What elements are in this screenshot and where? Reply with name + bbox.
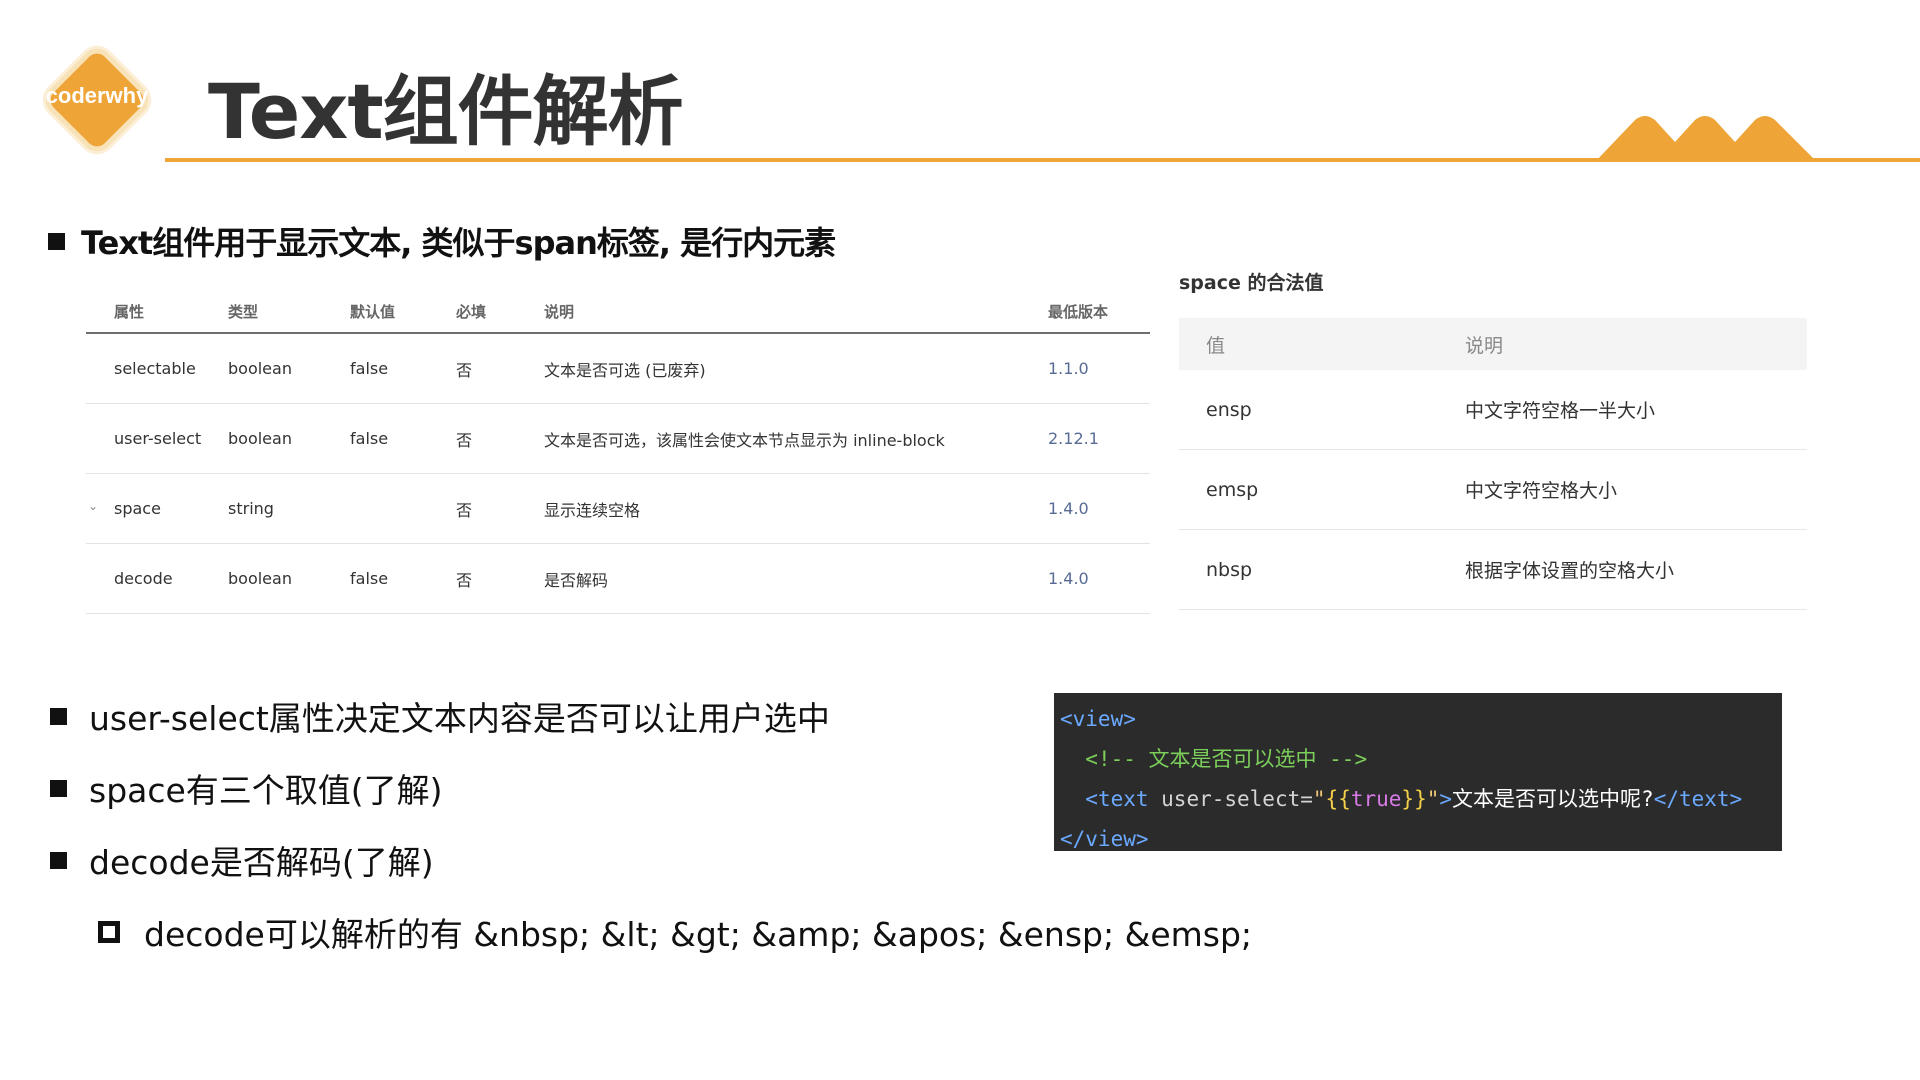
code-token: }} xyxy=(1401,787,1427,811)
bullet-text: space有三个取值(了解) xyxy=(89,771,443,810)
code-token: " xyxy=(1312,787,1326,811)
attribute-table: 属性 类型 默认值 必填 说明 最低版本 selectable boolean … xyxy=(86,290,1150,614)
cell-name: user-select xyxy=(114,429,202,448)
cell-version: 1.4.0 xyxy=(1048,569,1089,588)
code-token: </view> xyxy=(1060,827,1149,851)
code-attr: user-select xyxy=(1148,787,1301,811)
cell-default: false xyxy=(350,359,389,378)
header-cell: 默认值 xyxy=(350,302,396,321)
cell-required: 否 xyxy=(456,570,473,590)
header-cell: 必填 xyxy=(456,302,487,321)
cell-desc: 是否解码 xyxy=(544,570,609,590)
cell-type: boolean xyxy=(228,569,292,588)
sub-bullet-text: decode可以解析的有 &nbsp; &lt; &gt; &amp; &apo… xyxy=(144,915,1253,954)
space-table-title: space 的合法值 xyxy=(1179,272,1324,294)
cell-name: decode xyxy=(114,569,173,588)
cell-type: boolean xyxy=(228,429,292,448)
cell-desc: 文本是否可选，该属性会使文本节点显示为 inline-block xyxy=(544,430,945,450)
cell-value: nbsp xyxy=(1206,558,1253,581)
cell-default: false xyxy=(350,429,389,448)
cell-version: 1.4.0 xyxy=(1048,499,1089,518)
cell-required: 否 xyxy=(456,500,473,520)
page-title: Text组件解析 xyxy=(208,67,684,156)
header-divider xyxy=(165,158,1920,162)
cell-default: false xyxy=(350,569,389,588)
code-token: <view> xyxy=(1060,707,1136,731)
bullet-item: user-select属性决定文本内容是否可以让用户选中 xyxy=(50,692,830,740)
table-row: emsp 中文字符空格大小 xyxy=(1179,450,1807,530)
cell-desc: 中文字符空格大小 xyxy=(1465,480,1618,502)
code-token: </text> xyxy=(1653,787,1743,811)
chevron-down-icon[interactable]: ⌄ xyxy=(88,499,98,513)
cell-name: selectable xyxy=(114,359,196,378)
cell-required: 否 xyxy=(456,430,473,450)
cell-value: ensp xyxy=(1206,398,1252,421)
table-row: decode boolean false 否 是否解码 1.4.0 xyxy=(86,544,1150,614)
bullet-square-icon xyxy=(50,707,67,725)
cell-desc: 文本是否可选 (已废弃) xyxy=(544,360,706,380)
logo: coderwhy xyxy=(34,37,160,163)
code-keyword: true xyxy=(1350,787,1402,811)
code-token: = xyxy=(1300,787,1313,811)
sub-bullet-item: decode可以解析的有 &nbsp; &lt; &gt; &amp; &apo… xyxy=(98,908,1252,956)
bullet-square-icon xyxy=(50,779,67,797)
header-cell: 类型 xyxy=(228,302,259,321)
bullet-text: user-select属性决定文本内容是否可以让用户选中 xyxy=(89,699,830,738)
mountains-decoration xyxy=(1595,116,1817,162)
cell-name-text: space xyxy=(114,499,161,518)
code-token: {{ xyxy=(1325,787,1351,811)
logo-text: coderwhy xyxy=(45,83,149,108)
header-cell: 属性 xyxy=(114,302,145,321)
bullet-item: decode是否解码(了解) xyxy=(50,836,434,884)
code-comment: <!-- 文本是否可以选中 --> xyxy=(1085,747,1368,771)
bullet-square-icon xyxy=(50,851,67,869)
cell-version: 1.1.0 xyxy=(1048,359,1089,378)
cell-type: string xyxy=(228,499,274,518)
code-line: <view> xyxy=(1060,699,1776,739)
cell-version: 2.12.1 xyxy=(1048,429,1099,448)
cell-value: emsp xyxy=(1206,478,1259,501)
hollow-square-icon xyxy=(98,921,120,943)
headline-bullet: Text组件用于显示文本, 类似于span标签, 是行内元素 xyxy=(48,218,836,264)
bullet-text: decode是否解码(了解) xyxy=(89,843,434,882)
table-row: selectable boolean false 否 文本是否可选 (已废弃) … xyxy=(86,334,1150,404)
table-row: nbsp 根据字体设置的空格大小 xyxy=(1179,530,1807,610)
cell-required: 否 xyxy=(456,360,473,380)
headline-text: Text组件用于显示文本, 类似于span标签, 是行内元素 xyxy=(81,224,836,262)
code-token: " xyxy=(1426,787,1440,811)
cell-type: boolean xyxy=(228,359,292,378)
code-block: <view> <!-- 文本是否可以选中 --> <text user-sele… xyxy=(1054,693,1782,851)
bullet-item: space有三个取值(了解) xyxy=(50,764,443,812)
table-row[interactable]: ⌄ space string 否 显示连续空格 1.4.0 xyxy=(86,474,1150,544)
code-line: <text user-select="{{true}}">文本是否可以选中呢?<… xyxy=(1060,779,1776,819)
code-line: <!-- 文本是否可以选中 --> xyxy=(1060,739,1776,779)
cell-name: ⌄ space xyxy=(86,499,228,518)
header-cell: 最低版本 xyxy=(1048,302,1109,321)
code-token: <text xyxy=(1085,787,1149,811)
space-values-table: 值 说明 ensp 中文字符空格一半大小 emsp 中文字符空格大小 nbsp … xyxy=(1179,318,1807,610)
space-table-header: 值 说明 xyxy=(1179,318,1807,370)
table-row: user-select boolean false 否 文本是否可选，该属性会使… xyxy=(86,404,1150,474)
code-text: 文本是否可以选中呢? xyxy=(1452,787,1654,811)
cell-desc: 显示连续空格 xyxy=(544,500,641,520)
header-cell: 说明 xyxy=(544,302,575,321)
attribute-table-header: 属性 类型 默认值 必填 说明 最低版本 xyxy=(86,290,1150,334)
bullet-square-icon xyxy=(48,232,65,250)
header-cell: 值 xyxy=(1206,334,1226,357)
table-row: ensp 中文字符空格一半大小 xyxy=(1179,370,1807,450)
code-token: > xyxy=(1439,787,1453,811)
header-cell: 说明 xyxy=(1465,334,1504,357)
cell-desc: 根据字体设置的空格大小 xyxy=(1465,560,1675,582)
code-line: </view> xyxy=(1060,819,1776,859)
cell-desc: 中文字符空格一半大小 xyxy=(1465,400,1656,422)
